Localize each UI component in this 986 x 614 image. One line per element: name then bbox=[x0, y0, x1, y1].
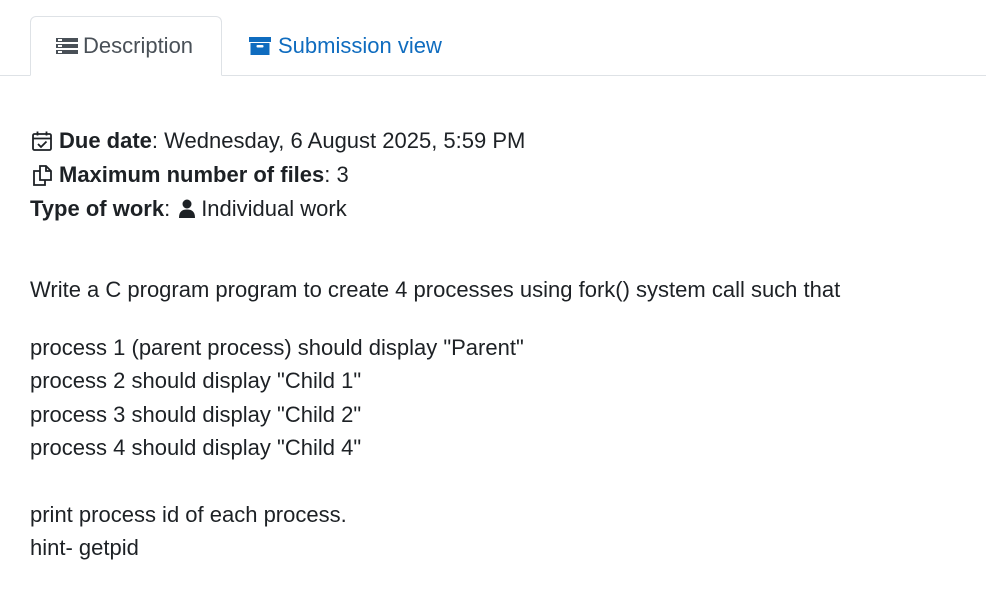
max-files-row: Maximum number of files: 3 bbox=[30, 158, 525, 192]
user-icon bbox=[178, 197, 196, 221]
due-date-row: Due date: Wednesday, 6 August 2025, 5:59… bbox=[30, 124, 525, 158]
tab-description[interactable]: Description bbox=[30, 16, 222, 76]
work-type-value: Individual work bbox=[201, 196, 347, 221]
work-type-label: Type of work bbox=[30, 196, 165, 221]
calendar-check-icon bbox=[30, 129, 54, 153]
activity-dates: Due date: Wednesday, 6 August 2025, 5:59… bbox=[30, 124, 525, 226]
description-line: hint- getpid bbox=[30, 535, 139, 560]
list-icon bbox=[55, 36, 79, 56]
archive-icon bbox=[248, 36, 272, 56]
tab-bar: Description Submission view bbox=[0, 0, 986, 76]
tab-submission-view-label: Submission view bbox=[278, 32, 442, 58]
due-date-label: Due date bbox=[59, 128, 152, 153]
due-date-value: Wednesday, 6 August 2025, 5:59 PM bbox=[164, 128, 526, 153]
description-footer: print process id of each process. hint- … bbox=[30, 498, 840, 565]
assignment-description: Write a C program program to create 4 pr… bbox=[30, 273, 840, 565]
work-type-row: Type of work: Individual work bbox=[30, 192, 525, 226]
max-files-label: Maximum number of files bbox=[59, 162, 325, 187]
description-line: process 4 should display "Child 4" bbox=[30, 435, 362, 460]
max-files-value: 3 bbox=[336, 162, 349, 187]
tab-submission-view[interactable]: Submission view bbox=[248, 16, 442, 75]
copy-icon bbox=[30, 163, 54, 187]
description-line: process 3 should display "Child 2" bbox=[30, 401, 362, 427]
description-process-list: process 1 (parent process) should displa… bbox=[30, 331, 840, 465]
description-intro: Write a C program program to create 4 pr… bbox=[30, 277, 841, 302]
description-line: process 1 (parent process) should displa… bbox=[30, 334, 524, 360]
tab-description-label: Description bbox=[83, 33, 194, 58]
description-line: print process id of each process. bbox=[30, 501, 347, 527]
description-line: process 2 should display "Child 1" bbox=[30, 368, 362, 393]
